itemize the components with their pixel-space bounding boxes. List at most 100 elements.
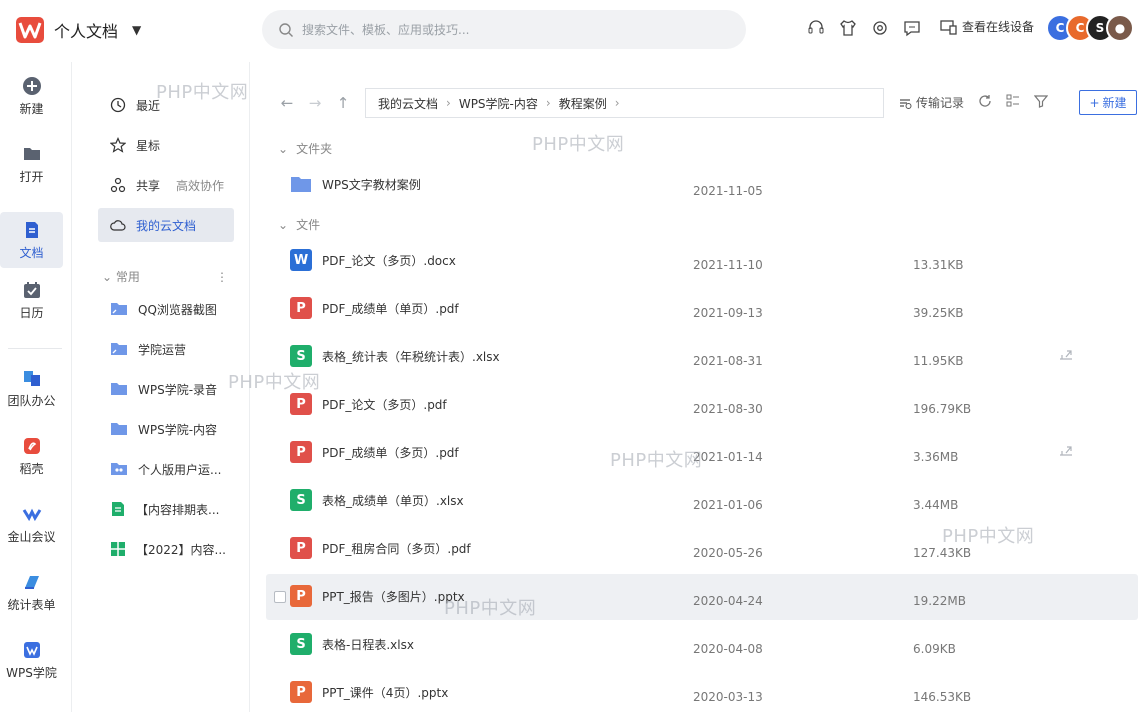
message-icon[interactable] (902, 18, 922, 38)
favorite-item[interactable]: 【内容排期表... (98, 492, 234, 526)
file-row[interactable]: P PDF_成绩单（单页）.pdf 2021-09-13 39.25KB (266, 286, 1138, 332)
file-date: 2021-01-14 (693, 450, 763, 464)
docer-icon (23, 437, 40, 454)
file-row[interactable]: W PDF_论文（多页）.docx 2021-11-10 13.31KB (266, 238, 1138, 284)
file-size: 6.09KB (913, 642, 956, 656)
transfer-history-button[interactable]: 传输记录 (898, 94, 964, 111)
main-panel: ← → ↑ 我的云文档 › WPS学院-内容 › 教程案例 › 传输记录 + 新… (250, 62, 1146, 712)
file-date: 2021-08-31 (693, 354, 763, 368)
sidebar-item-recent[interactable]: 最近 (98, 88, 234, 122)
online-devices-button[interactable]: 查看在线设备 (940, 18, 1034, 35)
rail-item-form[interactable]: 统计表单 (0, 564, 63, 620)
pdf-file-icon: P (290, 393, 312, 415)
share-icon (110, 177, 126, 193)
calendar-icon (23, 281, 40, 298)
sidebar-item-shared[interactable]: 共享 高效协作 (98, 168, 234, 202)
word-file-icon: W (290, 249, 312, 271)
favorite-item[interactable]: 学院运营 (98, 332, 234, 366)
file-name: PDF_论文（多页）.pdf (322, 398, 447, 412)
favorite-item[interactable]: 个人版用户运... (98, 452, 234, 486)
file-row[interactable]: P PDF_论文（多页）.pdf 2021-08-30 196.79KB (266, 382, 1138, 428)
file-name: PDF_成绩单（单页）.pdf (322, 302, 459, 316)
folder-row[interactable]: WPS文字教材案例 2021-11-05 (266, 162, 1138, 208)
breadcrumb-item[interactable]: 教程案例 (559, 95, 607, 112)
file-date: 2020-03-13 (693, 690, 763, 704)
file-size: 196.79KB (913, 402, 972, 416)
sidebar-item-my-cloud[interactable]: 我的云文档 (98, 208, 234, 242)
team-icon (23, 370, 40, 386)
files-group-title: 文件 (296, 218, 321, 232)
sheet-file-icon: S (290, 345, 312, 367)
sidebar-item-starred[interactable]: 星标 (98, 128, 234, 162)
up-arrow-icon[interactable]: ↑ (334, 94, 352, 112)
favorite-item[interactable]: QQ浏览器截图 (98, 292, 234, 326)
rail-item-academy[interactable]: WPS学院 (0, 632, 63, 688)
chevron-down-icon: ⌄ (278, 217, 289, 232)
app-switcher[interactable]: 个人文档 ▼ (16, 17, 141, 43)
file-size: 3.44MB (913, 498, 959, 512)
favorite-label: 【2022】内容... (136, 542, 226, 557)
gear-icon[interactable] (870, 18, 890, 38)
pdf-file-icon: P (290, 441, 312, 463)
rail-item-docer[interactable]: 稻壳 (0, 428, 63, 484)
favorites-header[interactable]: ⌄ 常用 ⋮ (102, 268, 228, 285)
file-date: 2021-09-13 (693, 306, 763, 320)
shared-icon[interactable] (1058, 346, 1074, 362)
file-row[interactable]: P PPT_课件（4页）.pptx 2020-03-13 146.53KB (266, 670, 1138, 716)
new-button[interactable]: + 新建 (1079, 90, 1137, 115)
breadcrumb-item[interactable]: 我的云文档 (378, 95, 438, 112)
rail-item-label: 日历 (19, 305, 44, 320)
path-toolbar: ← → ↑ 我的云文档 › WPS学院-内容 › 教程案例 › 传输记录 + 新… (250, 88, 1146, 118)
search-box[interactable] (262, 10, 746, 49)
secondary-sidebar: 最近 星标 共享 高效协作 我的云文档 ⌄ 常用 ⋮ QQ浏览器截图 学院运营 … (72, 62, 250, 712)
folder-icon (111, 383, 127, 395)
rail-item-team-office[interactable]: 团队办公 (0, 360, 63, 416)
file-size: 19.22MB (913, 594, 966, 608)
favorites-title: 常用 (115, 270, 140, 284)
rail-item-meeting[interactable]: 金山会议 (0, 496, 63, 552)
favorite-item[interactable]: WPS学院-内容 (98, 412, 234, 446)
rail-item-label: WPS学院 (6, 665, 57, 680)
forward-arrow-icon[interactable]: → (306, 94, 324, 112)
account-avatars[interactable]: C C S ● (1046, 14, 1134, 42)
shared-icon[interactable] (1058, 442, 1074, 458)
rail-item-label: 团队办公 (7, 393, 56, 408)
transfer-history-label: 传输记录 (916, 96, 965, 110)
headset-icon[interactable] (806, 18, 826, 38)
back-arrow-icon[interactable]: ← (278, 94, 296, 112)
file-row[interactable]: P PPT_报告（多图片）.pptx 2020-04-24 19.22MB (266, 574, 1138, 620)
top-bar: 个人文档 ▼ 查看在线设备 C C S ● (0, 0, 1146, 62)
view-list-icon[interactable] (1006, 94, 1020, 111)
favorite-item[interactable]: WPS学院-录音 (98, 372, 234, 406)
search-input[interactable] (302, 22, 702, 37)
sidebar-item-sublabel: 高效协作 (176, 178, 225, 193)
chevron-down-icon: ⌄ (102, 270, 113, 284)
more-vertical-icon[interactable]: ⋮ (216, 270, 228, 284)
rail-item-open[interactable]: 打开 (0, 136, 63, 192)
file-row[interactable]: P PDF_租房合同（多页）.pdf 2020-05-26 127.43KB (266, 526, 1138, 572)
refresh-icon[interactable] (978, 94, 992, 111)
favorites-title-wrap: ⌄ 常用 (102, 268, 140, 285)
file-row[interactable]: S 表格_成绩单（单页）.xlsx 2021-01-06 3.44MB (266, 478, 1138, 524)
app-title: 个人文档 (54, 22, 119, 41)
file-date: 2021-08-30 (693, 402, 763, 416)
pdf-file-icon: P (290, 297, 312, 319)
skin-shirt-icon[interactable] (838, 18, 858, 38)
file-row[interactable]: P PDF_成绩单（多页）.pdf 2021-01-14 3.36MB (266, 430, 1138, 476)
filter-icon[interactable] (1033, 94, 1049, 111)
breadcrumb-item[interactable]: WPS学院-内容 (459, 95, 538, 112)
rail-item-documents[interactable]: 文档 (0, 212, 63, 268)
folders-group-header[interactable]: ⌄ 文件夹 (278, 140, 332, 157)
file-name: PDF_论文（多页）.docx (322, 254, 456, 268)
files-group-header[interactable]: ⌄ 文件 (278, 216, 320, 233)
file-row[interactable]: S 表格-日程表.xlsx 2020-04-08 6.09KB (266, 622, 1138, 668)
transfer-icon (900, 98, 912, 109)
file-row[interactable]: S 表格_统计表（年税统计表）.xlsx 2021-08-31 11.95KB (266, 334, 1138, 380)
rail-item-new[interactable]: 新建 (0, 68, 63, 124)
rail-item-calendar[interactable]: 日历 (0, 272, 63, 328)
favorite-item[interactable]: 【2022】内容... (98, 532, 234, 566)
file-date: 2021-11-10 (693, 258, 763, 272)
sheet-grid-icon (111, 542, 125, 556)
file-date: 2020-05-26 (693, 546, 763, 560)
row-checkbox[interactable] (274, 591, 286, 603)
